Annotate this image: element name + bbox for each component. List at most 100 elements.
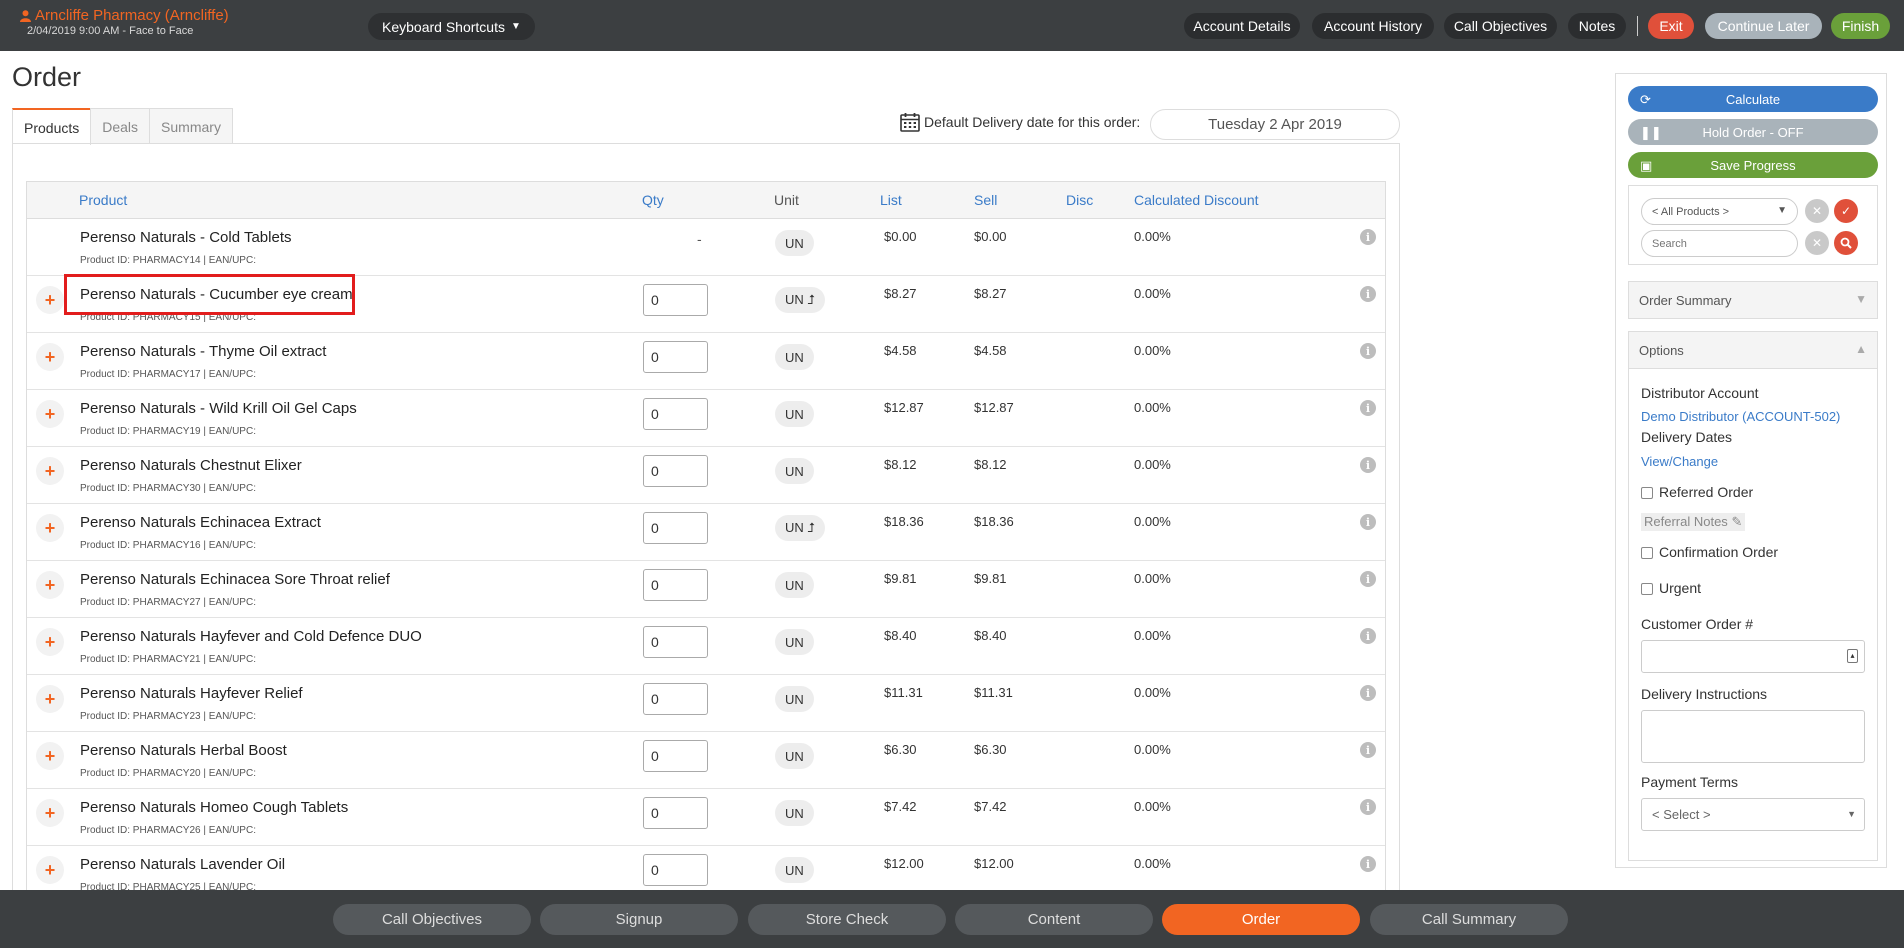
table-row[interactable]: + Perenso Naturals - Thyme Oil extract Pro… [27,333,1385,390]
table-row[interactable]: + Perenso Naturals Hayfever and Cold Defe… [27,618,1385,675]
quantity-input[interactable] [643,341,708,373]
call-objectives-button[interactable]: Call Objectives [1444,13,1557,39]
unit-selector[interactable]: UN ⮥ [775,515,826,541]
unit-selector[interactable]: UN [775,686,814,712]
delivery-dates-link[interactable]: View/Change [1641,454,1718,469]
quantity-input[interactable] [643,626,708,658]
calendar-icon[interactable] [900,112,920,132]
clear-search-icon[interactable]: ✕ [1805,231,1829,255]
add-product-icon[interactable]: + [36,628,64,656]
quantity-input[interactable] [643,512,708,544]
unit-selector[interactable]: UN [775,800,814,826]
unit-selector[interactable]: UN [775,629,814,655]
column-list[interactable]: List [880,192,902,208]
add-product-icon[interactable]: + [36,514,64,542]
delivery-date-field[interactable]: Tuesday 2 Apr 2019 [1150,109,1400,140]
column-disc[interactable]: Disc [1066,192,1093,208]
unit-selector[interactable]: UN [775,458,814,484]
bottom-nav-store-check[interactable]: Store Check [748,904,946,935]
info-icon[interactable]: i [1360,286,1376,302]
product-name[interactable]: Perenso Naturals - Wild Krill Oil Gel Ca… [80,400,357,417]
apply-filter-icon[interactable]: ✓ [1834,199,1858,223]
account-name-row[interactable]: Arncliffe Pharmacy (Arncliffe) [20,7,229,24]
confirmation-order-checkbox[interactable] [1641,547,1653,560]
referred-order-checkbox[interactable] [1641,487,1653,500]
product-name[interactable]: Perenso Naturals Hayfever Relief [80,685,303,702]
referral-notes-button[interactable]: Referral Notes ✎ [1641,513,1746,531]
info-icon[interactable]: i [1360,628,1376,644]
table-row[interactable]: + Perenso Naturals Echinacea Extract Produ… [27,504,1385,561]
product-name[interactable]: Perenso Naturals Chestnut Elixer [80,457,302,474]
unit-selector[interactable]: UN [775,230,814,256]
account-details-button[interactable]: Account Details [1184,13,1300,39]
customer-order-input[interactable]: ▴ [1641,640,1865,673]
info-icon[interactable]: i [1360,856,1376,872]
product-name[interactable]: Perenso Naturals Lavender Oil [80,856,285,873]
tab-products[interactable]: Products [12,108,92,145]
product-name[interactable]: Perenso Naturals - Cold Tablets [80,229,292,246]
clear-filter-icon[interactable]: ✕ [1805,199,1829,223]
urgent-option[interactable]: Urgent [1641,580,1701,596]
options-header[interactable]: Options ▲ [1628,331,1878,369]
unit-selector[interactable]: UN [775,401,814,427]
quantity-input[interactable] [643,854,708,886]
column-product[interactable]: Product [79,192,127,208]
add-product-icon[interactable]: + [36,742,64,770]
delivery-instructions-textarea[interactable] [1641,710,1865,763]
product-filter-select[interactable]: < All Products > ▼ [1641,198,1798,225]
search-icon[interactable] [1834,231,1858,255]
column-calculated-discount[interactable]: Calculated Discount [1134,192,1259,208]
table-row[interactable]: + Perenso Naturals - Wild Krill Oil Gel C… [27,390,1385,447]
quantity-input[interactable] [643,797,708,829]
hold-order-button[interactable]: ❚❚ Hold Order - OFF [1628,119,1878,145]
add-product-icon[interactable]: + [36,286,64,314]
info-icon[interactable]: i [1360,742,1376,758]
product-name[interactable]: Perenso Naturals Hayfever and Cold Defen… [80,628,422,645]
quantity-input[interactable] [643,455,708,487]
info-icon[interactable]: i [1360,571,1376,587]
finish-button[interactable]: Finish [1831,13,1890,39]
column-qty[interactable]: Qty [642,192,664,208]
continue-later-button[interactable]: Continue Later [1705,13,1822,39]
payment-terms-select[interactable]: < Select > ▼ [1641,798,1865,831]
product-name[interactable]: Perenso Naturals Echinacea Extract [80,514,321,531]
product-name[interactable]: Perenso Naturals Herbal Boost [80,742,287,759]
account-history-button[interactable]: Account History [1312,13,1434,39]
table-row[interactable]: + Perenso Naturals Homeo Cough Tablets Pro… [27,789,1385,846]
bottom-nav-call-objectives[interactable]: Call Objectives [333,904,531,935]
bottom-nav-call-summary[interactable]: Call Summary [1370,904,1568,935]
calculate-button[interactable]: ⟳ Calculate [1628,86,1878,112]
exit-button[interactable]: Exit [1648,13,1694,39]
unit-selector[interactable]: UN [775,857,814,883]
unit-selector[interactable]: UN [775,344,814,370]
add-product-icon[interactable]: + [36,856,64,884]
account-info[interactable]: Arncliffe Pharmacy (Arncliffe) 2/04/2019… [20,7,229,37]
add-product-icon[interactable]: + [36,457,64,485]
quantity-input[interactable] [643,569,708,601]
add-product-icon[interactable]: + [36,685,64,713]
bottom-nav-content[interactable]: Content [955,904,1153,935]
save-progress-button[interactable]: ▣ Save Progress [1628,152,1878,178]
column-sell[interactable]: Sell [974,192,997,208]
table-row[interactable]: Perenso Naturals - Cold Tablets Product I… [27,219,1385,276]
add-product-icon[interactable]: + [36,571,64,599]
info-icon[interactable]: i [1360,400,1376,416]
quantity-input[interactable] [643,284,708,316]
info-icon[interactable]: i [1360,457,1376,473]
table-row[interactable]: + Perenso Naturals Hayfever Relief Product… [27,675,1385,732]
referred-order-option[interactable]: Referred Order [1641,484,1753,500]
add-product-icon[interactable]: + [36,799,64,827]
info-icon[interactable]: i [1360,229,1376,245]
product-name[interactable]: Perenso Naturals Echinacea Sore Throat r… [80,571,390,588]
unit-selector[interactable]: UN [775,743,814,769]
info-icon[interactable]: i [1360,799,1376,815]
table-row[interactable]: + Perenso Naturals Herbal Boost Product ID… [27,732,1385,789]
unit-selector[interactable]: UN ⮥ [775,287,826,313]
product-name[interactable]: Perenso Naturals Homeo Cough Tablets [80,799,348,816]
add-product-icon[interactable]: + [36,343,64,371]
quantity-input[interactable] [643,398,708,430]
tab-deals[interactable]: Deals [90,108,151,144]
add-product-icon[interactable]: + [36,400,64,428]
notes-button[interactable]: Notes [1568,13,1626,39]
keyboard-shortcuts-button[interactable]: Keyboard Shortcuts ▼ [368,13,535,40]
